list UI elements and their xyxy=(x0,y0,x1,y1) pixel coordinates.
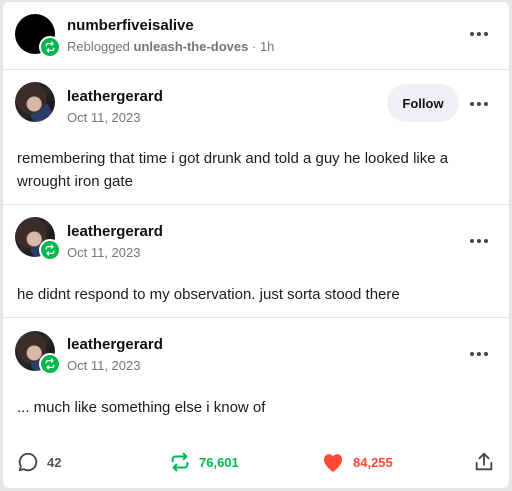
post-3: leathergerard Oct 11, 2023 ... much like… xyxy=(3,318,509,442)
reblogger-avatar[interactable] xyxy=(15,14,61,58)
post-username[interactable]: leathergerard xyxy=(67,223,163,240)
dot xyxy=(470,102,474,106)
dot xyxy=(477,239,481,243)
post-avatar[interactable] xyxy=(15,331,61,375)
share-icon xyxy=(475,452,493,471)
reblog-badge-icon xyxy=(39,239,61,261)
dot xyxy=(484,32,488,36)
share-button[interactable] xyxy=(473,451,495,473)
comments-button[interactable]: 42 xyxy=(17,451,61,473)
dot xyxy=(484,102,488,106)
post-date[interactable]: Oct 11, 2023 xyxy=(67,245,140,260)
dot xyxy=(477,352,481,356)
dot xyxy=(470,239,474,243)
dot xyxy=(477,102,481,106)
more-options-button[interactable] xyxy=(469,24,489,44)
likes-count: 84,255 xyxy=(353,454,393,470)
more-options-button[interactable] xyxy=(469,94,489,114)
post-footer: 42 76,601 84,255 xyxy=(3,442,509,482)
post-date[interactable]: Oct 11, 2023 xyxy=(67,358,140,373)
more-options-button[interactable] xyxy=(469,231,489,251)
post-text: he didnt respond to my observation. just… xyxy=(17,286,400,303)
reblog-icon xyxy=(171,452,189,472)
dot xyxy=(477,32,481,36)
reblogged-label: Reblogged xyxy=(67,39,130,54)
post-1: leathergerard Oct 11, 2023 Follow rememb… xyxy=(3,70,509,205)
likes-button[interactable]: 84,255 xyxy=(321,451,393,473)
dot xyxy=(470,32,474,36)
reblog-badge-icon xyxy=(39,36,61,58)
post-text: ... much like something else i know of xyxy=(17,399,266,416)
post-avatar[interactable] xyxy=(15,217,61,261)
dot xyxy=(484,239,488,243)
follow-button[interactable]: Follow xyxy=(387,84,459,122)
post-date[interactable]: Oct 11, 2023 xyxy=(67,110,140,125)
avatar[interactable] xyxy=(15,82,55,122)
reblogged-from-link[interactable]: unleash-the-doves xyxy=(134,39,249,54)
more-options-button[interactable] xyxy=(469,344,489,364)
post-username[interactable]: leathergerard xyxy=(67,88,163,105)
post-text: remembering that time i got drunk and to… xyxy=(17,150,449,190)
post-avatar[interactable] xyxy=(15,82,59,126)
comments-count: 42 xyxy=(47,454,62,470)
reblogs-count: 76,601 xyxy=(199,454,239,470)
post-card: numberfiveisalive Reblogged unleash-the-… xyxy=(3,2,509,488)
reblog-info: Reblogged unleash-the-doves · 1h xyxy=(67,39,274,54)
post-2: leathergerard Oct 11, 2023 he didnt resp… xyxy=(3,205,509,318)
dot xyxy=(484,352,488,356)
comment-icon xyxy=(18,452,38,472)
dot xyxy=(470,352,474,356)
reblogs-button[interactable]: 76,601 xyxy=(169,451,239,473)
reblogger-username[interactable]: numberfiveisalive xyxy=(67,17,194,34)
reblog-badge-icon xyxy=(39,353,61,375)
heart-icon xyxy=(323,454,343,472)
reblog-header: numberfiveisalive Reblogged unleash-the-… xyxy=(3,2,509,70)
reblog-time: · 1h xyxy=(252,39,275,54)
post-username[interactable]: leathergerard xyxy=(67,336,163,353)
